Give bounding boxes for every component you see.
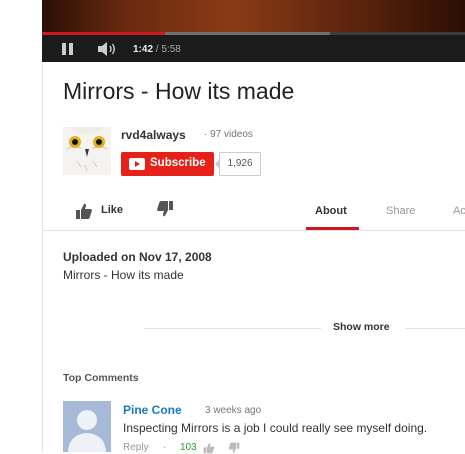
tab-about[interactable]: About bbox=[315, 205, 347, 217]
comment-text: Inspecting Mirrors is a job I could real… bbox=[123, 421, 428, 435]
tab-share[interactable]: Share bbox=[386, 205, 415, 217]
divider-right bbox=[405, 328, 465, 329]
comment-thumbs-up-icon[interactable] bbox=[203, 442, 215, 454]
default-avatar-icon bbox=[63, 401, 111, 452]
time-display: 1:42 / 5:58 bbox=[133, 44, 181, 55]
thumbs-down-icon bbox=[157, 201, 173, 217]
action-bar: Like About Share Ac bbox=[42, 195, 465, 230]
upload-date: Uploaded on Nov 17, 2008 bbox=[63, 250, 212, 264]
player-controls: 1:42 / 5:58 bbox=[42, 35, 465, 62]
comment-author[interactable]: Pine Cone bbox=[123, 403, 182, 417]
divider-left bbox=[144, 328, 321, 329]
subscriber-count: 1,926 bbox=[215, 152, 261, 176]
volume-button[interactable] bbox=[98, 42, 118, 56]
comment-timestamp[interactable]: 3 weeks ago bbox=[205, 405, 261, 416]
thumbs-up-icon bbox=[76, 203, 92, 219]
like-label: Like bbox=[101, 204, 124, 216]
duration: / 5:58 bbox=[155, 44, 181, 55]
pause-icon bbox=[62, 43, 66, 55]
video-count: · 97 videos bbox=[204, 129, 253, 140]
channel-name[interactable]: rvd4always bbox=[121, 128, 186, 142]
comments-header: Top Comments bbox=[63, 372, 139, 384]
video-frame[interactable] bbox=[42, 0, 465, 34]
volume-icon bbox=[98, 42, 115, 56]
divider bbox=[42, 230, 465, 231]
show-more-button[interactable]: Show more bbox=[333, 321, 390, 333]
subscribe-button[interactable]: Subscribe bbox=[121, 152, 214, 176]
owl-avatar-image bbox=[63, 127, 111, 175]
left-gutter bbox=[0, 0, 43, 452]
channel-avatar[interactable] bbox=[63, 127, 111, 175]
comment-thumbs-down-icon[interactable] bbox=[228, 442, 240, 454]
separator-dot: · bbox=[163, 442, 167, 453]
dislike-button[interactable] bbox=[156, 200, 174, 218]
current-time: 1:42 bbox=[133, 44, 154, 55]
reply-button[interactable]: Reply bbox=[123, 442, 149, 453]
pause-button[interactable] bbox=[62, 43, 74, 55]
video-description: Mirrors - How its made bbox=[63, 268, 184, 282]
video-player[interactable]: 1:42 / 5:58 bbox=[42, 0, 465, 62]
video-title: Mirrors - How its made bbox=[63, 78, 295, 104]
pause-icon-bar bbox=[69, 43, 73, 55]
youtube-logo-icon bbox=[129, 158, 145, 170]
subscribe-label: Subscribe bbox=[150, 157, 206, 169]
comment-avatar[interactable] bbox=[63, 401, 111, 452]
comment-like-count: 103 bbox=[180, 442, 197, 453]
tab-add-to[interactable]: Ac bbox=[453, 205, 465, 217]
